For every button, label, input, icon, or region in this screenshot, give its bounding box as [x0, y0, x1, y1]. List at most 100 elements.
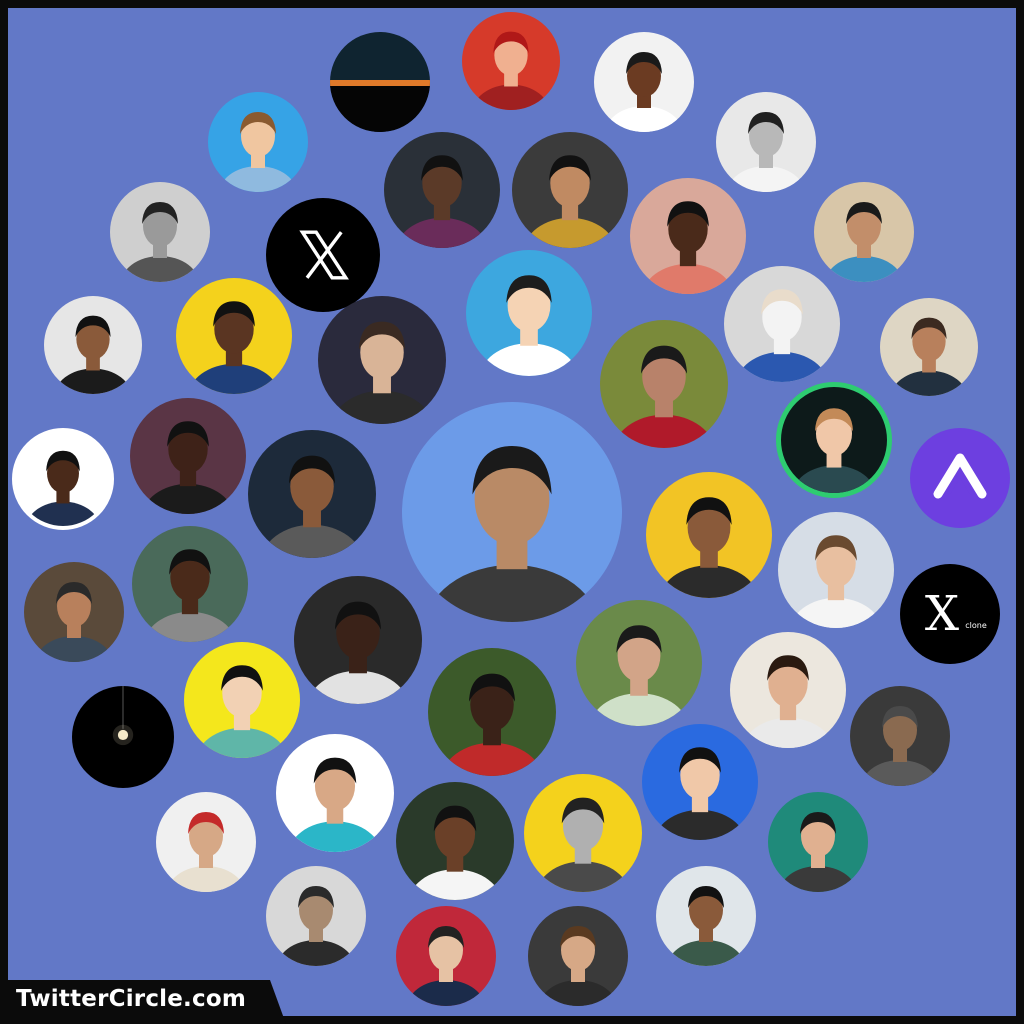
person-shirt	[589, 693, 689, 726]
x-clone-logo-icon: X clone	[925, 586, 987, 642]
profile-avatar[interactable]	[724, 266, 840, 382]
profile-avatar[interactable]	[396, 906, 496, 1006]
profile-photo	[726, 112, 806, 192]
profile-avatar[interactable]	[266, 866, 366, 966]
profile-photo	[120, 202, 200, 282]
profile-photo	[330, 80, 430, 132]
profile-photo	[642, 201, 734, 294]
profile-photo	[860, 706, 940, 786]
person-shirt	[524, 217, 616, 248]
profile-avatar[interactable]	[132, 526, 248, 642]
profile-avatar[interactable]	[24, 562, 124, 662]
profile-avatar[interactable]	[44, 296, 142, 394]
person-shirt	[736, 351, 828, 382]
profile-photo	[261, 455, 363, 558]
person-shirt	[778, 866, 858, 892]
profile-photo	[142, 421, 234, 514]
person-shirt	[25, 501, 101, 526]
profile-avatar[interactable]	[156, 792, 256, 892]
person-shirt	[144, 611, 236, 642]
profile-avatar[interactable]	[600, 320, 728, 448]
profile-avatar[interactable]	[776, 382, 892, 498]
profile-photo	[188, 301, 280, 394]
profile-avatar[interactable]	[330, 32, 430, 132]
profile-photo	[524, 155, 616, 248]
brand-label[interactable]: TwitterCircle.com	[16, 986, 246, 1012]
person-shirt	[791, 465, 877, 493]
x-clone-letter: X	[925, 586, 959, 642]
person-shirt	[408, 869, 502, 900]
profile-avatar[interactable]	[512, 132, 628, 248]
profile-photo	[778, 812, 858, 892]
profile-avatar[interactable]	[576, 600, 702, 726]
person-shirt	[331, 390, 433, 424]
profile-photo	[406, 926, 486, 1006]
profile-avatar[interactable]	[630, 178, 746, 294]
profile-photo	[538, 926, 618, 1006]
profile-avatar[interactable]	[880, 298, 978, 396]
person-shirt	[659, 565, 759, 598]
profile-photo	[441, 673, 543, 776]
person-shirt	[742, 717, 834, 748]
profile-avatar[interactable]	[524, 774, 642, 892]
lightbulb-avatar[interactable]	[72, 686, 174, 788]
profile-avatar[interactable]	[110, 182, 210, 282]
profile-photo	[654, 747, 746, 840]
profile-avatar[interactable]	[466, 250, 592, 376]
person-shirt	[54, 368, 132, 394]
person-shirt	[166, 866, 246, 892]
profile-avatar[interactable]	[402, 402, 622, 622]
profile-avatar[interactable]	[778, 512, 894, 628]
profile-avatar[interactable]	[528, 906, 628, 1006]
profile-avatar[interactable]	[276, 734, 394, 852]
profile-photo	[288, 757, 382, 852]
profile-photo	[791, 408, 877, 493]
profile-photo	[34, 582, 114, 662]
person-shirt	[424, 564, 600, 622]
person-shirt	[538, 980, 618, 1006]
profile-avatar[interactable]	[716, 92, 816, 192]
person-shirt	[726, 166, 806, 192]
person-shirt	[288, 821, 382, 852]
person-shirt	[34, 636, 114, 662]
x-logo-avatar[interactable]	[266, 198, 380, 312]
person-shirt	[860, 760, 940, 786]
profile-avatar[interactable]	[248, 430, 376, 558]
x-clone-logo-avatar[interactable]: X clone	[900, 564, 1000, 664]
profile-avatar[interactable]	[384, 132, 500, 248]
x-clone-sub: clone	[965, 621, 987, 630]
profile-photo	[54, 315, 132, 394]
profile-avatar[interactable]	[814, 182, 914, 282]
person-shirt	[613, 414, 715, 448]
profile-avatar[interactable]	[656, 866, 756, 966]
profile-avatar[interactable]	[642, 724, 758, 840]
person-shirt	[276, 940, 356, 966]
profile-avatar[interactable]	[208, 92, 308, 192]
profile-avatar[interactable]	[130, 398, 246, 514]
avatar-circle-canvas: X clone	[8, 8, 1016, 1016]
profile-avatar[interactable]	[428, 648, 556, 776]
profile-avatar[interactable]	[850, 686, 950, 786]
profile-avatar[interactable]	[294, 576, 422, 704]
profile-avatar[interactable]	[594, 32, 694, 132]
profile-avatar[interactable]	[768, 792, 868, 892]
profile-photo	[166, 812, 246, 892]
profile-avatar[interactable]	[396, 782, 514, 900]
arc-logo-avatar[interactable]	[910, 428, 1010, 528]
profile-avatar[interactable]	[176, 278, 292, 394]
profile-photo	[890, 317, 968, 396]
profile-avatar[interactable]	[184, 642, 300, 758]
profile-avatar[interactable]	[318, 296, 446, 424]
profile-avatar[interactable]	[12, 428, 114, 530]
person-shirt	[824, 256, 904, 282]
profile-photo	[307, 601, 409, 704]
profile-avatar[interactable]	[646, 472, 772, 598]
profile-avatar[interactable]	[462, 12, 560, 110]
person-shirt	[536, 861, 630, 892]
horizon-glow	[330, 80, 430, 86]
profile-photo	[659, 497, 759, 598]
profile-photo	[604, 52, 684, 132]
person-shirt	[142, 483, 234, 514]
profile-avatar[interactable]	[730, 632, 846, 748]
person-shirt	[666, 940, 746, 966]
